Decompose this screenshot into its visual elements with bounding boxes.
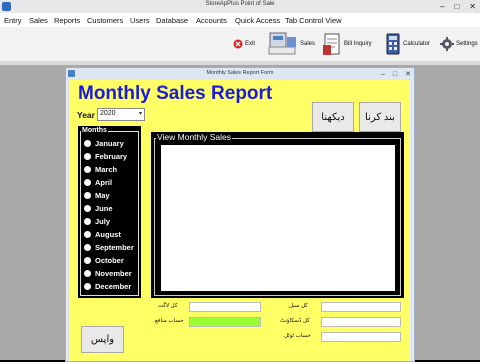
- year-select[interactable]: 2020 ▾: [97, 108, 145, 121]
- month-label: December: [95, 282, 132, 291]
- month-label: June: [95, 204, 113, 213]
- menu-entry[interactable]: Entry: [4, 16, 22, 25]
- sales-results-area[interactable]: [161, 145, 395, 291]
- month-radio-february[interactable]: February: [84, 152, 127, 161]
- radio-icon: [84, 231, 91, 238]
- menu-sales[interactable]: Sales: [29, 16, 48, 25]
- month-radio-march[interactable]: March: [84, 165, 117, 174]
- month-label: November: [95, 269, 132, 278]
- screen: StoreApPlus Point of Sale – □ ✕ Entry Sa…: [0, 0, 480, 362]
- menu-tab-control-view[interactable]: Tab Control View: [285, 16, 342, 25]
- total-discount-label: کل ڈسکاؤنٹ: [280, 318, 310, 324]
- month-radio-may[interactable]: May: [84, 191, 110, 200]
- total-cost-field[interactable]: [189, 302, 261, 312]
- settings-button[interactable]: Settings: [440, 29, 478, 59]
- calculator-label: Calculator: [403, 41, 431, 47]
- months-group: Months January February March April May …: [78, 126, 141, 298]
- month-radio-april[interactable]: April: [84, 178, 112, 187]
- month-label: October: [95, 256, 124, 265]
- back-button[interactable]: واپس: [81, 326, 124, 353]
- total-sale-label: کل سیل: [289, 303, 308, 309]
- view-monthly-sales-legend: View Monthly Sales: [156, 132, 233, 142]
- menu-users[interactable]: Users: [130, 16, 150, 25]
- month-label: February: [95, 152, 128, 161]
- bill-inquiry-label: Bill Inquiry: [344, 41, 372, 47]
- view-monthly-sales-group: View Monthly Sales: [151, 132, 404, 298]
- form-title: Monthly Sales Report Form: [206, 70, 274, 76]
- year-label: Year: [77, 110, 95, 120]
- radio-icon: [84, 153, 91, 160]
- radio-icon: [84, 218, 91, 225]
- sales-label: Sales: [300, 41, 316, 47]
- radio-icon: [84, 140, 91, 147]
- view-button[interactable]: دیکھنا: [312, 102, 354, 132]
- radio-icon: [84, 270, 91, 277]
- total-account-label: حساب ٹوٹل: [284, 333, 311, 339]
- settings-gear-icon: [440, 37, 454, 51]
- radio-icon: [84, 166, 91, 173]
- total-profit-field[interactable]: [189, 317, 261, 327]
- calculator-button[interactable]: Calculator: [385, 29, 430, 59]
- form-minimize-button[interactable]: –: [381, 71, 385, 78]
- months-legend: Months: [81, 127, 108, 134]
- menu-quick-access[interactable]: Quick Access: [235, 16, 280, 25]
- chevron-down-icon[interactable]: ▾: [139, 110, 142, 117]
- form-maximize-button[interactable]: □: [393, 71, 397, 78]
- exit-label: Exit: [245, 41, 256, 47]
- month-label: July: [95, 217, 111, 226]
- total-sale-field[interactable]: [321, 302, 401, 312]
- monthly-sales-report-form: Monthly Sales Report Form – □ ✕ Monthly …: [65, 67, 415, 362]
- month-radio-july[interactable]: July: [84, 217, 110, 226]
- month-radio-october[interactable]: October: [84, 256, 124, 265]
- settings-label: Settings: [456, 41, 478, 47]
- radio-icon: [84, 192, 91, 199]
- menu-database[interactable]: Database: [156, 16, 188, 25]
- month-radio-september[interactable]: September: [84, 243, 134, 252]
- form-body: Monthly Sales Report Year 2020 ▾ دیکھنا …: [70, 80, 410, 361]
- sales-button[interactable]: Sales: [268, 29, 315, 59]
- toolbar: Exit Sales Bill Inquiry Calculator Setti…: [0, 27, 480, 62]
- bill-icon: [323, 33, 340, 55]
- maximize-button[interactable]: □: [454, 2, 459, 11]
- total-cost-label: کل لاگت: [158, 303, 178, 309]
- exit-icon: [233, 39, 243, 49]
- total-account-field[interactable]: [321, 332, 401, 342]
- year-value: 2020: [100, 110, 116, 117]
- page-title: Monthly Sales Report: [78, 83, 273, 104]
- close-form-button[interactable]: بند کرنا: [359, 102, 401, 132]
- exit-button[interactable]: Exit: [233, 29, 255, 59]
- menu-customers[interactable]: Customers: [87, 16, 123, 25]
- app-titlebar: StoreApPlus Point of Sale – □ ✕: [0, 0, 480, 13]
- month-radio-january[interactable]: January: [84, 139, 124, 148]
- month-radio-august[interactable]: August: [84, 230, 121, 239]
- bill-inquiry-button[interactable]: Bill Inquiry: [322, 29, 372, 59]
- calculator-icon: [386, 33, 400, 55]
- month-label: March: [95, 165, 118, 174]
- menu-bar: Entry Sales Reports Customers Users Data…: [0, 13, 480, 27]
- month-label: May: [95, 191, 110, 200]
- app-title: StoreApPlus Point of Sale: [205, 1, 275, 7]
- total-profit-label: حساب منافع: [155, 318, 184, 324]
- radio-icon: [84, 283, 91, 290]
- radio-icon: [84, 257, 91, 264]
- menu-accounts[interactable]: Accounts: [196, 16, 227, 25]
- form-close-button[interactable]: ✕: [405, 70, 411, 78]
- month-radio-december[interactable]: December: [84, 282, 131, 291]
- radio-icon: [84, 205, 91, 212]
- month-radio-june[interactable]: June: [84, 204, 113, 213]
- minimize-button[interactable]: –: [440, 2, 444, 11]
- close-button[interactable]: ✕: [469, 2, 476, 11]
- total-discount-field[interactable]: [321, 317, 401, 327]
- month-label: April: [95, 178, 113, 187]
- form-titlebar: Monthly Sales Report Form – □ ✕: [66, 68, 414, 80]
- month-radio-november[interactable]: November: [84, 269, 132, 278]
- month-label: September: [95, 243, 134, 252]
- sales-icon: [268, 32, 296, 55]
- radio-icon: [84, 179, 91, 186]
- radio-icon: [84, 244, 91, 251]
- month-label: August: [95, 230, 121, 239]
- menu-reports[interactable]: Reports: [54, 16, 80, 25]
- month-label: January: [95, 139, 124, 148]
